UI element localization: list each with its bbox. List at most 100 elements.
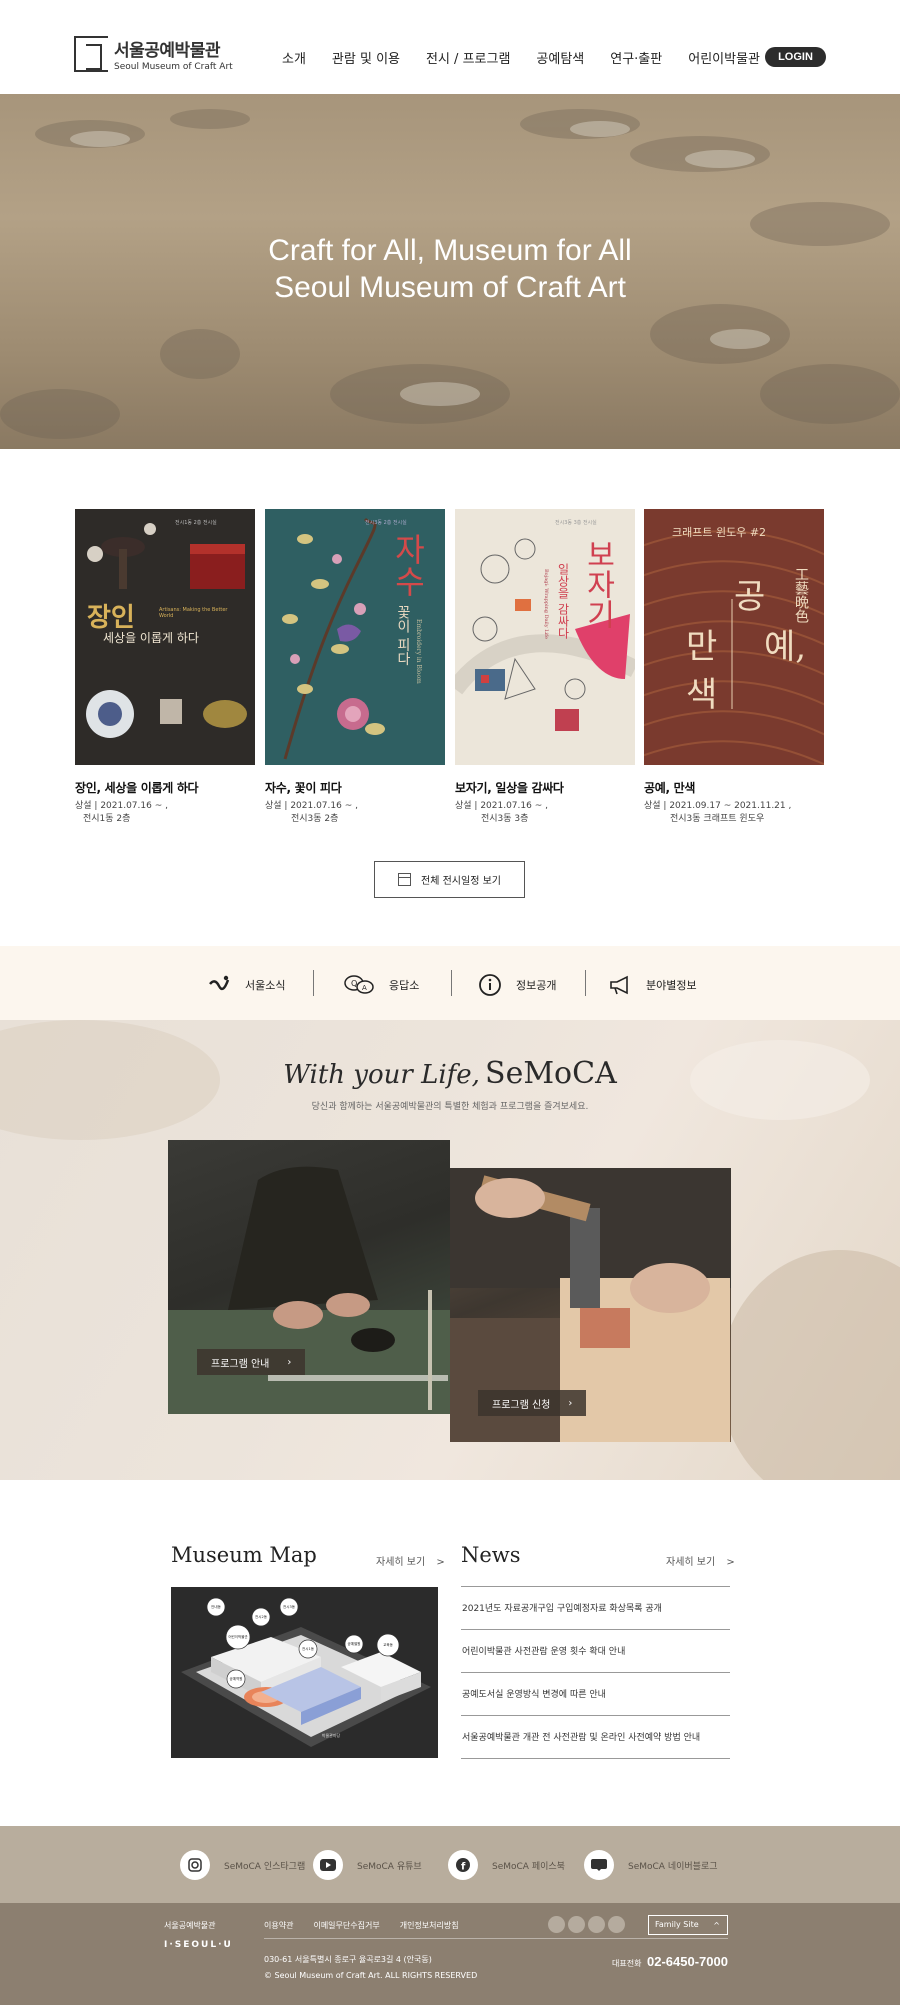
sns-facebook-link[interactable]: f SeMoCA 페이스북 [448,1850,565,1880]
arrow-right-icon: › [287,1356,292,1368]
quick-link-info-disclosure[interactable]: 정보공개 [478,974,556,996]
news-item[interactable]: 2021년도 자료공개구입 구입예정자료 화상목록 공개 [462,1601,662,1614]
exhibition-card-bojagi[interactable]: 보자기 일상을 감싸다 Bojagi: Wrapping Daily Life … [455,509,635,826]
logo-english: Seoul Museum of Craft Art [114,62,233,72]
museum-map-more-link[interactable]: 자세히 보기 > [376,1553,445,1568]
poster-big-text: 보자기 [580,539,615,629]
nav-visit[interactable]: 관람 및 이용 [332,48,400,67]
exhibition-card-embroidery[interactable]: 자수 꽃이 피다 Embroidery in Bloom 전시3동 2층 전시실… [265,509,445,826]
chevron-right-icon: > [436,1557,445,1568]
quick-link-label: 정보공개 [516,979,557,992]
exhibition-meta: 상설 | 2021.07.16 ~ , 전시1동 2층 [75,800,255,826]
calendar-icon [398,873,412,886]
divider [461,1629,730,1630]
news-item[interactable]: 서울공예박물관 개관 전 사전관람 및 온라인 사전예약 방법 안내 [462,1730,700,1743]
all-schedule-button[interactable]: 전체 전시일정 보기 [374,861,525,898]
exhibition-location: 전시3동 크래프트 윈도우 [670,814,765,824]
exhibition-title[interactable]: 공예, 만색 [644,779,824,796]
news-more-link[interactable]: 자세히 보기 > [666,1553,735,1568]
program-guide-button[interactable]: 프로그램 안내 › [197,1349,306,1375]
semoca-heading: With your Life, SeMoCA [0,1056,900,1091]
map-label-ex2: 전시2동 [255,1614,268,1619]
blog-icon [584,1850,614,1880]
map-label-craft: 공예별원 [348,1641,361,1646]
museum-map-title: Museum Map [171,1543,317,1567]
exhibition-meta: 상설 | 2021.09.17 ~ 2021.11.21 , 전시3동 크래프트… [644,800,824,826]
quick-link-field-info[interactable]: 분야별정보 [608,974,697,996]
terms-link[interactable]: 이용약관 [264,1920,293,1931]
exhibition-poster[interactable]: 장인 세상을 이롭게 하다 Artisans: Making the Bette… [75,509,255,765]
news-item[interactable]: 공예도서실 운영방식 변경에 따른 안내 [462,1687,606,1700]
sns-youtube-link[interactable]: SeMoCA 유튜브 [313,1850,422,1880]
map-label-craft-hall: 공예역원 [230,1676,243,1681]
sns-label: SeMoCA 유튜브 [357,1861,422,1872]
nav-exhibitions[interactable]: 전시 / 프로그램 [426,48,510,67]
poster-big-text: 만 [686,627,718,667]
sns-naver-blog-link[interactable]: SeMoCA 네이버블로그 [584,1850,718,1880]
poster-top-text: 전시3동 3층 전시실 [555,520,597,526]
poster-big-text: 색 [686,675,718,715]
poster-en-text: Bojagi: Wrapping Daily Life [543,569,549,639]
exhibition-title[interactable]: 장인, 세상을 이롭게 하다 [75,779,255,796]
hero-line-1: Craft for All, Museum for All [268,234,632,267]
museum-map-image[interactable]: 안내동 전시2동 전시3동 전시1동 공예별원 교육동 어린이박물관 공예역원 … [171,1587,438,1758]
poster-big-text: 공 [734,577,766,617]
info-icon [479,974,501,996]
exhibition-date: 상설 | 2021.09.17 ~ 2021.11.21 , [644,801,792,811]
program-apply-label: 프로그램 신청 [492,1399,551,1411]
map-label-ex3: 전시3동 [283,1604,296,1609]
seoul-logo-icon [209,975,230,991]
family-site-select[interactable]: Family Site [648,1915,728,1935]
exhibition-poster[interactable]: 보자기 일상을 감싸다 Bojagi: Wrapping Daily Life … [455,509,635,765]
exhibition-card-craft-manse[interactable]: 크래프트 윈도우 #2 공 예, 만 색 工藝晩色 공예, 만색 상설 | 20… [644,509,824,826]
poster-top-text: 크래프트 윈도우 #2 [672,526,767,539]
facebook-icon[interactable] [588,1916,605,1933]
semoca-script-text: With your Life, [283,1060,480,1090]
arrow-right-icon: › [568,1397,573,1409]
nav-children[interactable]: 어린이박물관 [688,48,760,67]
site-header: 서울공예박물관 Seoul Museum of Craft Art 소개 관람 … [0,0,900,94]
semoca-program-section: With your Life, SeMoCA 당신과 함께하는 서울공예박물관의… [0,1020,900,1480]
map-label-ex1: 전시1동 [302,1646,315,1651]
sns-instagram-link[interactable]: SeMoCA 인스타그램 [180,1850,305,1880]
map-label-info: 안내동 [211,1604,221,1609]
exhibition-poster[interactable]: 자수 꽃이 피다 Embroidery in Bloom 전시3동 2층 전시실 [265,509,445,765]
divider [451,970,452,996]
exhibition-meta: 상설 | 2021.07.16 ~ , 전시3동 2층 [265,800,445,826]
youtube-icon[interactable] [568,1916,585,1933]
login-button[interactable]: LOGIN [765,47,826,67]
museum-logo[interactable]: 서울공예박물관 Seoul Museum of Craft Art [74,36,233,72]
exhibition-poster[interactable]: 크래프트 윈도우 #2 공 예, 만 색 工藝晩色 [644,509,824,765]
main-nav: 소개 관람 및 이용 전시 / 프로그램 공예탐색 연구·출판 어린이박물관 [282,48,786,67]
footer-address: 030-61 서울특별시 종로구 율곡로3길 4 (안국동) [264,1955,432,1964]
quick-link-seoul-news[interactable]: 서울소식 [207,974,285,996]
footer-logo[interactable]: 서울공예박물관 [164,1920,216,1931]
blog-icon[interactable] [608,1916,625,1933]
exhibition-card-artisans[interactable]: 장인 세상을 이롭게 하다 Artisans: Making the Bette… [75,509,255,826]
phone-label: 대표전화 [612,1959,642,1968]
email-refusal-link[interactable]: 이메일무단수집거부 [313,1920,379,1931]
news-item[interactable]: 어린이박물관 사전관람 운영 횟수 확대 안내 [462,1644,625,1657]
quick-link-label: 서울소식 [245,979,286,992]
semoca-name: SeMoCA [485,1056,617,1091]
map-label-edu: 교육동 [383,1643,393,1647]
privacy-link[interactable]: 개인정보처리방침 [400,1920,459,1931]
nav-research[interactable]: 연구·출판 [610,48,662,67]
program-guide-photo[interactable]: 프로그램 안내 › [168,1140,450,1414]
exhibition-title[interactable]: 자수, 꽃이 피다 [265,779,445,796]
nav-craft-explore[interactable]: 공예탐색 [536,48,584,67]
poster-top-text: 전시3동 2층 전시실 [365,520,407,526]
footer-links: 이용약관 이메일무단수집거부 개인정보처리방침 [264,1920,479,1931]
exhibition-title[interactable]: 보자기, 일상을 감싸다 [455,779,635,796]
program-apply-photo[interactable]: 프로그램 신청 › [450,1168,731,1442]
poster-hanja-text: 工藝晩色 [793,567,809,623]
sns-label: SeMoCA 페이스북 [492,1861,565,1872]
instagram-icon[interactable] [548,1916,565,1933]
program-apply-button[interactable]: 프로그램 신청 › [478,1390,587,1416]
nav-about[interactable]: 소개 [282,48,306,67]
divider [264,1938,728,1939]
quick-link-response[interactable]: Q A 응답소 [343,974,419,996]
more-label: 자세히 보기 [666,1557,716,1568]
divider [461,1586,730,1587]
megaphone-icon [610,975,628,995]
